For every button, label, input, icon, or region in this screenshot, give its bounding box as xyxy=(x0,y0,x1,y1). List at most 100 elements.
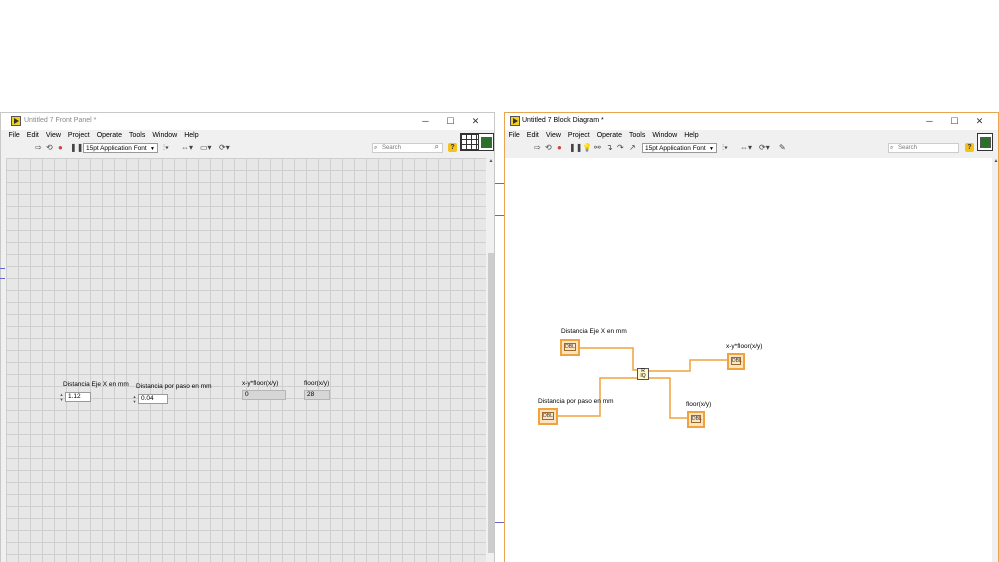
align-objects-icon[interactable]: ⫶▾ xyxy=(722,143,728,153)
resize-objects-icon[interactable]: ▭▾ xyxy=(200,143,212,153)
run-arrow-icon[interactable]: ⇨ xyxy=(35,143,42,153)
close-button[interactable]: ✕ xyxy=(967,115,992,127)
menu-tools[interactable]: Tools xyxy=(125,130,148,141)
vi-icon[interactable] xyxy=(478,133,494,151)
splitter-mark xyxy=(495,183,504,184)
menu-operate[interactable]: Operate xyxy=(93,130,125,141)
font-selector-label: 15pt Application Font xyxy=(645,145,706,152)
minimize-button[interactable]: ─ xyxy=(917,115,942,127)
block-diagram-menubar: File Edit View Project Operate Tools Win… xyxy=(505,130,702,141)
terminal-label-quotient: floor(x/y) xyxy=(686,401,712,408)
menu-operate[interactable]: Operate xyxy=(593,130,625,141)
menu-edit[interactable]: Edit xyxy=(523,130,542,141)
increment-decrement-icon[interactable]: ▲ ▼ xyxy=(132,394,137,404)
step-into-icon[interactable]: ↴ xyxy=(606,143,613,153)
control-label-y: Distancia por paso en mm xyxy=(136,383,212,390)
vi-icon[interactable] xyxy=(977,133,993,151)
maximize-button[interactable]: ☐ xyxy=(438,115,463,127)
maximize-button[interactable]: ☐ xyxy=(942,115,967,127)
block-diagram-title: Untitled 7 Block Diagram * xyxy=(522,117,604,124)
block-diagram-titlebar[interactable]: Untitled 7 Block Diagram * ─ ☐ ✕ xyxy=(505,113,998,130)
search-box[interactable]: ⌕ Search ⌕ xyxy=(372,143,443,153)
search-icon: ⌕ xyxy=(374,145,378,151)
highlight-execution-icon[interactable]: 💡 xyxy=(582,143,592,153)
front-panel-title: Untitled 7 Front Panel * xyxy=(24,117,97,124)
run-continuously-icon[interactable]: ⟲ xyxy=(545,143,552,153)
align-objects-icon[interactable]: ⫶▾ xyxy=(163,143,169,153)
pause-icon[interactable]: ❚❚ xyxy=(569,143,582,153)
indicator-terminal-quotient[interactable]: DBL xyxy=(687,411,705,428)
block-diagram-window: Untitled 7 Block Diagram * ─ ☐ ✕ File Ed… xyxy=(504,112,999,562)
menu-project[interactable]: Project xyxy=(564,130,593,141)
search-placeholder: Search xyxy=(898,145,918,151)
font-selector[interactable]: 15pt Application Font ▼ xyxy=(642,143,717,153)
abort-icon[interactable]: ● xyxy=(58,143,63,153)
quotient-remainder-function[interactable]: R IQ xyxy=(637,368,649,380)
numeric-control-x[interactable]: 1.12 xyxy=(65,392,91,402)
distribute-objects-icon[interactable]: ⇔▾ xyxy=(181,143,193,153)
front-panel-titlebar[interactable]: Untitled 7 Front Panel * ─ ☐ ✕ xyxy=(1,113,494,130)
menu-project[interactable]: Project xyxy=(64,130,93,141)
front-panel-vscrollbar[interactable]: ▲ xyxy=(487,158,494,562)
abort-icon[interactable]: ● xyxy=(557,143,562,153)
clean-up-diagram-icon[interactable]: ✎ xyxy=(779,143,786,153)
splitter-mark xyxy=(0,268,5,269)
scroll-up-icon[interactable]: ▲ xyxy=(487,158,494,164)
search-icon: ⌕ xyxy=(890,145,894,151)
close-button[interactable]: ✕ xyxy=(463,115,488,127)
scroll-thumb[interactable] xyxy=(488,253,494,553)
run-continuously-icon[interactable]: ⟲ xyxy=(46,143,53,153)
font-selector-label: 15pt Application Font xyxy=(86,145,147,152)
context-help-icon[interactable]: ? xyxy=(965,143,974,152)
front-panel-canvas[interactable]: Distancia Eje X en mm ▲ ▼ 1.12 Distancia … xyxy=(6,158,486,562)
indicator-terminal-remainder[interactable]: DBL xyxy=(727,353,745,370)
menu-help[interactable]: Help xyxy=(681,130,702,141)
scroll-up-icon[interactable]: ▲ xyxy=(992,158,998,164)
menu-window[interactable]: Window xyxy=(649,130,681,141)
retain-wire-values-icon[interactable]: ⚯ xyxy=(594,143,601,153)
control-terminal-y[interactable]: DBL xyxy=(538,408,558,425)
labview-logo-icon xyxy=(11,116,21,126)
chevron-down-icon: ▼ xyxy=(709,146,714,152)
chevron-down-icon: ▼ xyxy=(150,146,155,152)
numeric-control-y[interactable]: 0.04 xyxy=(138,394,168,404)
menu-view[interactable]: View xyxy=(542,130,564,141)
menu-edit[interactable]: Edit xyxy=(23,130,42,141)
increment-decrement-icon[interactable]: ▲ ▼ xyxy=(59,392,64,402)
splitter-mark xyxy=(495,522,504,523)
run-arrow-icon[interactable]: ⇨ xyxy=(534,143,541,153)
front-panel-menubar: File Edit View Project Operate Tools Win… xyxy=(5,130,202,141)
search-go-icon[interactable]: ⌕ xyxy=(435,143,439,151)
wire-x-to-function xyxy=(580,347,637,371)
menu-file[interactable]: File xyxy=(505,130,523,141)
indicator-label-quotient: floor(x/y) xyxy=(304,380,330,387)
block-diagram-toolbar: ⇨ ⟲ ● ❚❚ 💡 ⚯ ↴ ↷ ↗ 15pt Application Font… xyxy=(505,141,998,156)
control-terminal-x[interactable]: DBL xyxy=(560,339,580,356)
terminal-type: DBL xyxy=(564,343,576,351)
step-over-icon[interactable]: ↷ xyxy=(617,143,624,153)
terminal-type: DBL xyxy=(731,357,742,365)
wires-layer xyxy=(558,347,727,419)
search-placeholder: Search xyxy=(382,145,402,151)
menu-file[interactable]: File xyxy=(5,130,23,141)
menu-window[interactable]: Window xyxy=(149,130,181,141)
step-out-icon[interactable]: ↗ xyxy=(629,143,636,153)
pause-icon[interactable]: ❚❚ xyxy=(70,143,83,153)
terminal-label-remainder: x-y*floor(x/y) xyxy=(726,343,763,350)
search-box[interactable]: ⌕ Search xyxy=(888,143,959,153)
labview-logo-icon xyxy=(510,116,520,126)
indicator-label-remainder: x-y*floor(x/y) xyxy=(242,380,279,387)
menu-view[interactable]: View xyxy=(42,130,64,141)
control-label-x: Distancia Eje X en mm xyxy=(63,381,129,388)
context-help-icon[interactable]: ? xyxy=(448,143,457,152)
block-diagram-canvas[interactable]: Distancia Eje X en mm DBL Distancia por … xyxy=(505,158,992,562)
reorder-icon[interactable]: ⟳▾ xyxy=(219,143,230,153)
menu-help[interactable]: Help xyxy=(181,130,202,141)
distribute-objects-icon[interactable]: ⇔▾ xyxy=(740,143,752,153)
font-selector[interactable]: 15pt Application Font ▼ xyxy=(83,143,158,153)
splitter-mark xyxy=(0,278,5,279)
block-diagram-vscrollbar[interactable]: ▲ xyxy=(992,158,998,562)
reorder-icon[interactable]: ⟳▾ xyxy=(759,143,770,153)
minimize-button[interactable]: ─ xyxy=(413,115,438,127)
menu-tools[interactable]: Tools xyxy=(625,130,648,141)
